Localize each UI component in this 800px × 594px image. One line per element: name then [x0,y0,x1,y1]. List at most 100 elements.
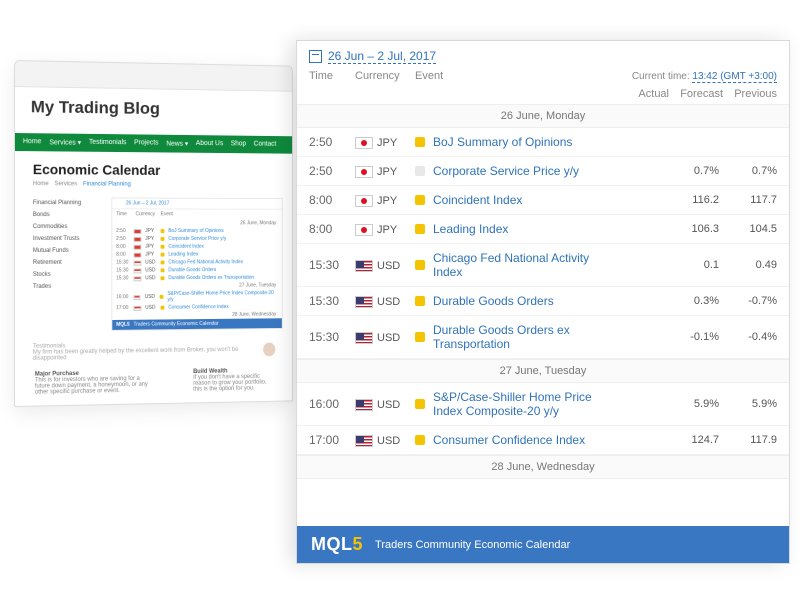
impact-indicator [415,260,425,270]
event-row[interactable]: 2:50JPYCorporate Service Price y/y0.7%0.… [297,157,789,186]
sidebar-item-commodities[interactable]: Commodities [33,221,102,233]
impact-indicator [160,295,164,299]
col-previous: Previous [723,88,777,100]
blog-footer: Major PurchaseThis is for investors who … [15,362,292,406]
day-header: 27 June, Tuesday [297,359,789,383]
event-row[interactable]: 2:50JPYBoJ Summary of Opinions [297,128,789,157]
nav-news[interactable]: News ▾ [166,140,188,148]
col-actual: Actual [615,88,669,100]
breadcrumb-home[interactable]: Home [33,181,49,187]
usa-flag-icon [355,260,373,272]
calendar-subheader-row: . Actual Forecast Previous [297,88,789,104]
event-currency: USD [355,294,411,308]
event-row[interactable]: 8:00 JPY Leading Index 106.3 104.5 [297,215,789,244]
mini-brand-tag: Traders Community Economic Calendar [134,321,219,328]
impact-indicator [415,332,425,342]
event-currency: USD [355,397,411,411]
nav-services[interactable]: Services ▾ [49,138,81,146]
usa-flag-icon [134,276,142,281]
sidebar-item-mutual-funds[interactable]: Mutual Funds [33,245,102,257]
current-time-value[interactable]: 13:42 (GMT +3:00) [692,71,777,83]
impact-indicator [161,237,165,241]
event-name[interactable]: Chicago Fed National Activity Index [433,251,603,279]
usa-flag-icon [355,332,373,344]
sidebar-item-retirement[interactable]: Retirement [33,257,102,269]
usa-flag-icon [355,399,373,411]
event-row[interactable]: 17:00USDConsumer Confidence Index124.711… [297,426,789,455]
forecast-value: 0.7% [665,165,719,177]
event-name[interactable]: Coincident Index [433,193,522,207]
col-time: Time [309,70,351,82]
event-name[interactable]: S&P/Case-Shiller Home Price Index Compos… [433,390,603,418]
forecast-value: 0.3% [665,295,719,307]
sidebar-item-stocks[interactable]: Stocks [33,269,102,281]
forecast-value: 124.7 [665,434,719,446]
event-name[interactable]: Corporate Service Price y/y [433,164,579,178]
japan-flag-icon [134,229,142,234]
current-time-block: Current time: 13:42 (GMT +3:00) [632,71,777,82]
sidebar-item-financial-planning[interactable]: Financial Planning [33,197,102,209]
event-row[interactable]: 16:00 USD S&P/Case-Shiller Home Price Inde… [297,383,789,426]
impact-indicator [161,306,165,310]
mini-event-row[interactable]: 2:50JPYCorporate Service Price y/y [112,235,282,243]
event-name[interactable]: Durable Goods Orders [433,294,554,308]
usa-flag-icon [133,295,141,300]
impact-indicator [161,261,165,265]
event-row[interactable]: 15:30USDChicago Fed National Activity In… [297,244,789,287]
calendar-icon [309,50,322,63]
nav-home[interactable]: Home [23,138,42,146]
impact-indicator [415,296,425,306]
avatar [263,343,275,357]
event-time: 16:00 [309,397,351,411]
impact-indicator [415,137,425,147]
usa-flag-icon [134,268,142,273]
previous-value: 117.9 [723,434,777,446]
nav-shop[interactable]: Shop [231,140,246,148]
mini-event-row[interactable]: 16:00USDS&P/Case-Shiller Home Price Inde… [112,289,282,304]
nav-about[interactable]: About Us [196,140,223,148]
event-name[interactable]: Consumer Confidence Index [433,433,585,447]
japan-flag-icon [355,166,373,178]
event-currency: JPY [355,193,411,207]
breadcrumb-mid[interactable]: Services [55,181,78,187]
nav-contact[interactable]: Contact [254,141,277,149]
usa-flag-icon [355,435,373,447]
event-currency: JPY [355,222,411,236]
event-row[interactable]: 15:30USDDurable Goods Orders ex Transpor… [297,316,789,359]
event-time: 15:30 [309,294,351,308]
sidebar-item-bonds[interactable]: Bonds [33,209,102,221]
impact-indicator [415,399,425,409]
economic-calendar-widget: 26 Jun – 2 Jul, 2017 Time Currency Event… [296,40,790,564]
nav-testimonials[interactable]: Testimonials [89,139,126,147]
event-time: 15:30 [309,330,351,344]
current-time-label: Current time: [632,71,690,82]
event-row[interactable]: 8:00JPYCoincident Index116.2117.7 [297,186,789,215]
event-row[interactable]: 15:30USDDurable Goods Orders0.3%-0.7% [297,287,789,316]
event-name[interactable]: Durable Goods Orders ex Transportation [433,323,603,351]
nav-projects[interactable]: Projects [134,139,158,147]
forecast-value: 116.2 [665,194,719,206]
event-name[interactable]: Leading Index [433,222,508,236]
previous-value: 104.5 [723,223,777,235]
breadcrumb-active: Financial Planning [83,181,131,187]
impact-indicator [161,229,165,233]
date-range-text[interactable]: 26 Jun – 2 Jul, 2017 [328,49,436,64]
previous-value: 117.7 [723,194,777,206]
footer-right-t: If you don't have a specific reason to g… [193,374,266,393]
mini-day-1: 26 June, Monday [112,219,282,227]
mini-col-currency: Currency [136,211,155,217]
event-time: 8:00 [309,222,351,236]
mini-col-event: Event [161,211,173,217]
impact-indicator [415,224,425,234]
mini-date-range[interactable]: 26 Jun – 2 Jul, 2017 [126,200,169,206]
impact-indicator [415,195,425,205]
day-header: 26 June, Monday [297,104,789,128]
date-range-picker[interactable]: 26 Jun – 2 Jul, 2017 [297,41,789,68]
sidebar-item-investment-trusts[interactable]: Investment Trusts [33,233,102,245]
event-name[interactable]: BoJ Summary of Opinions [433,135,572,149]
previous-value: -0.4% [723,331,777,343]
sidebar-list: Financial Planning Bonds Commodities Inv… [33,197,102,332]
sidebar-item-trades[interactable]: Trades [33,281,102,293]
forecast-value: 106.3 [665,223,719,235]
mini-event-row[interactable]: 2:50JPYBoJ Summary of Opinions [112,227,282,235]
